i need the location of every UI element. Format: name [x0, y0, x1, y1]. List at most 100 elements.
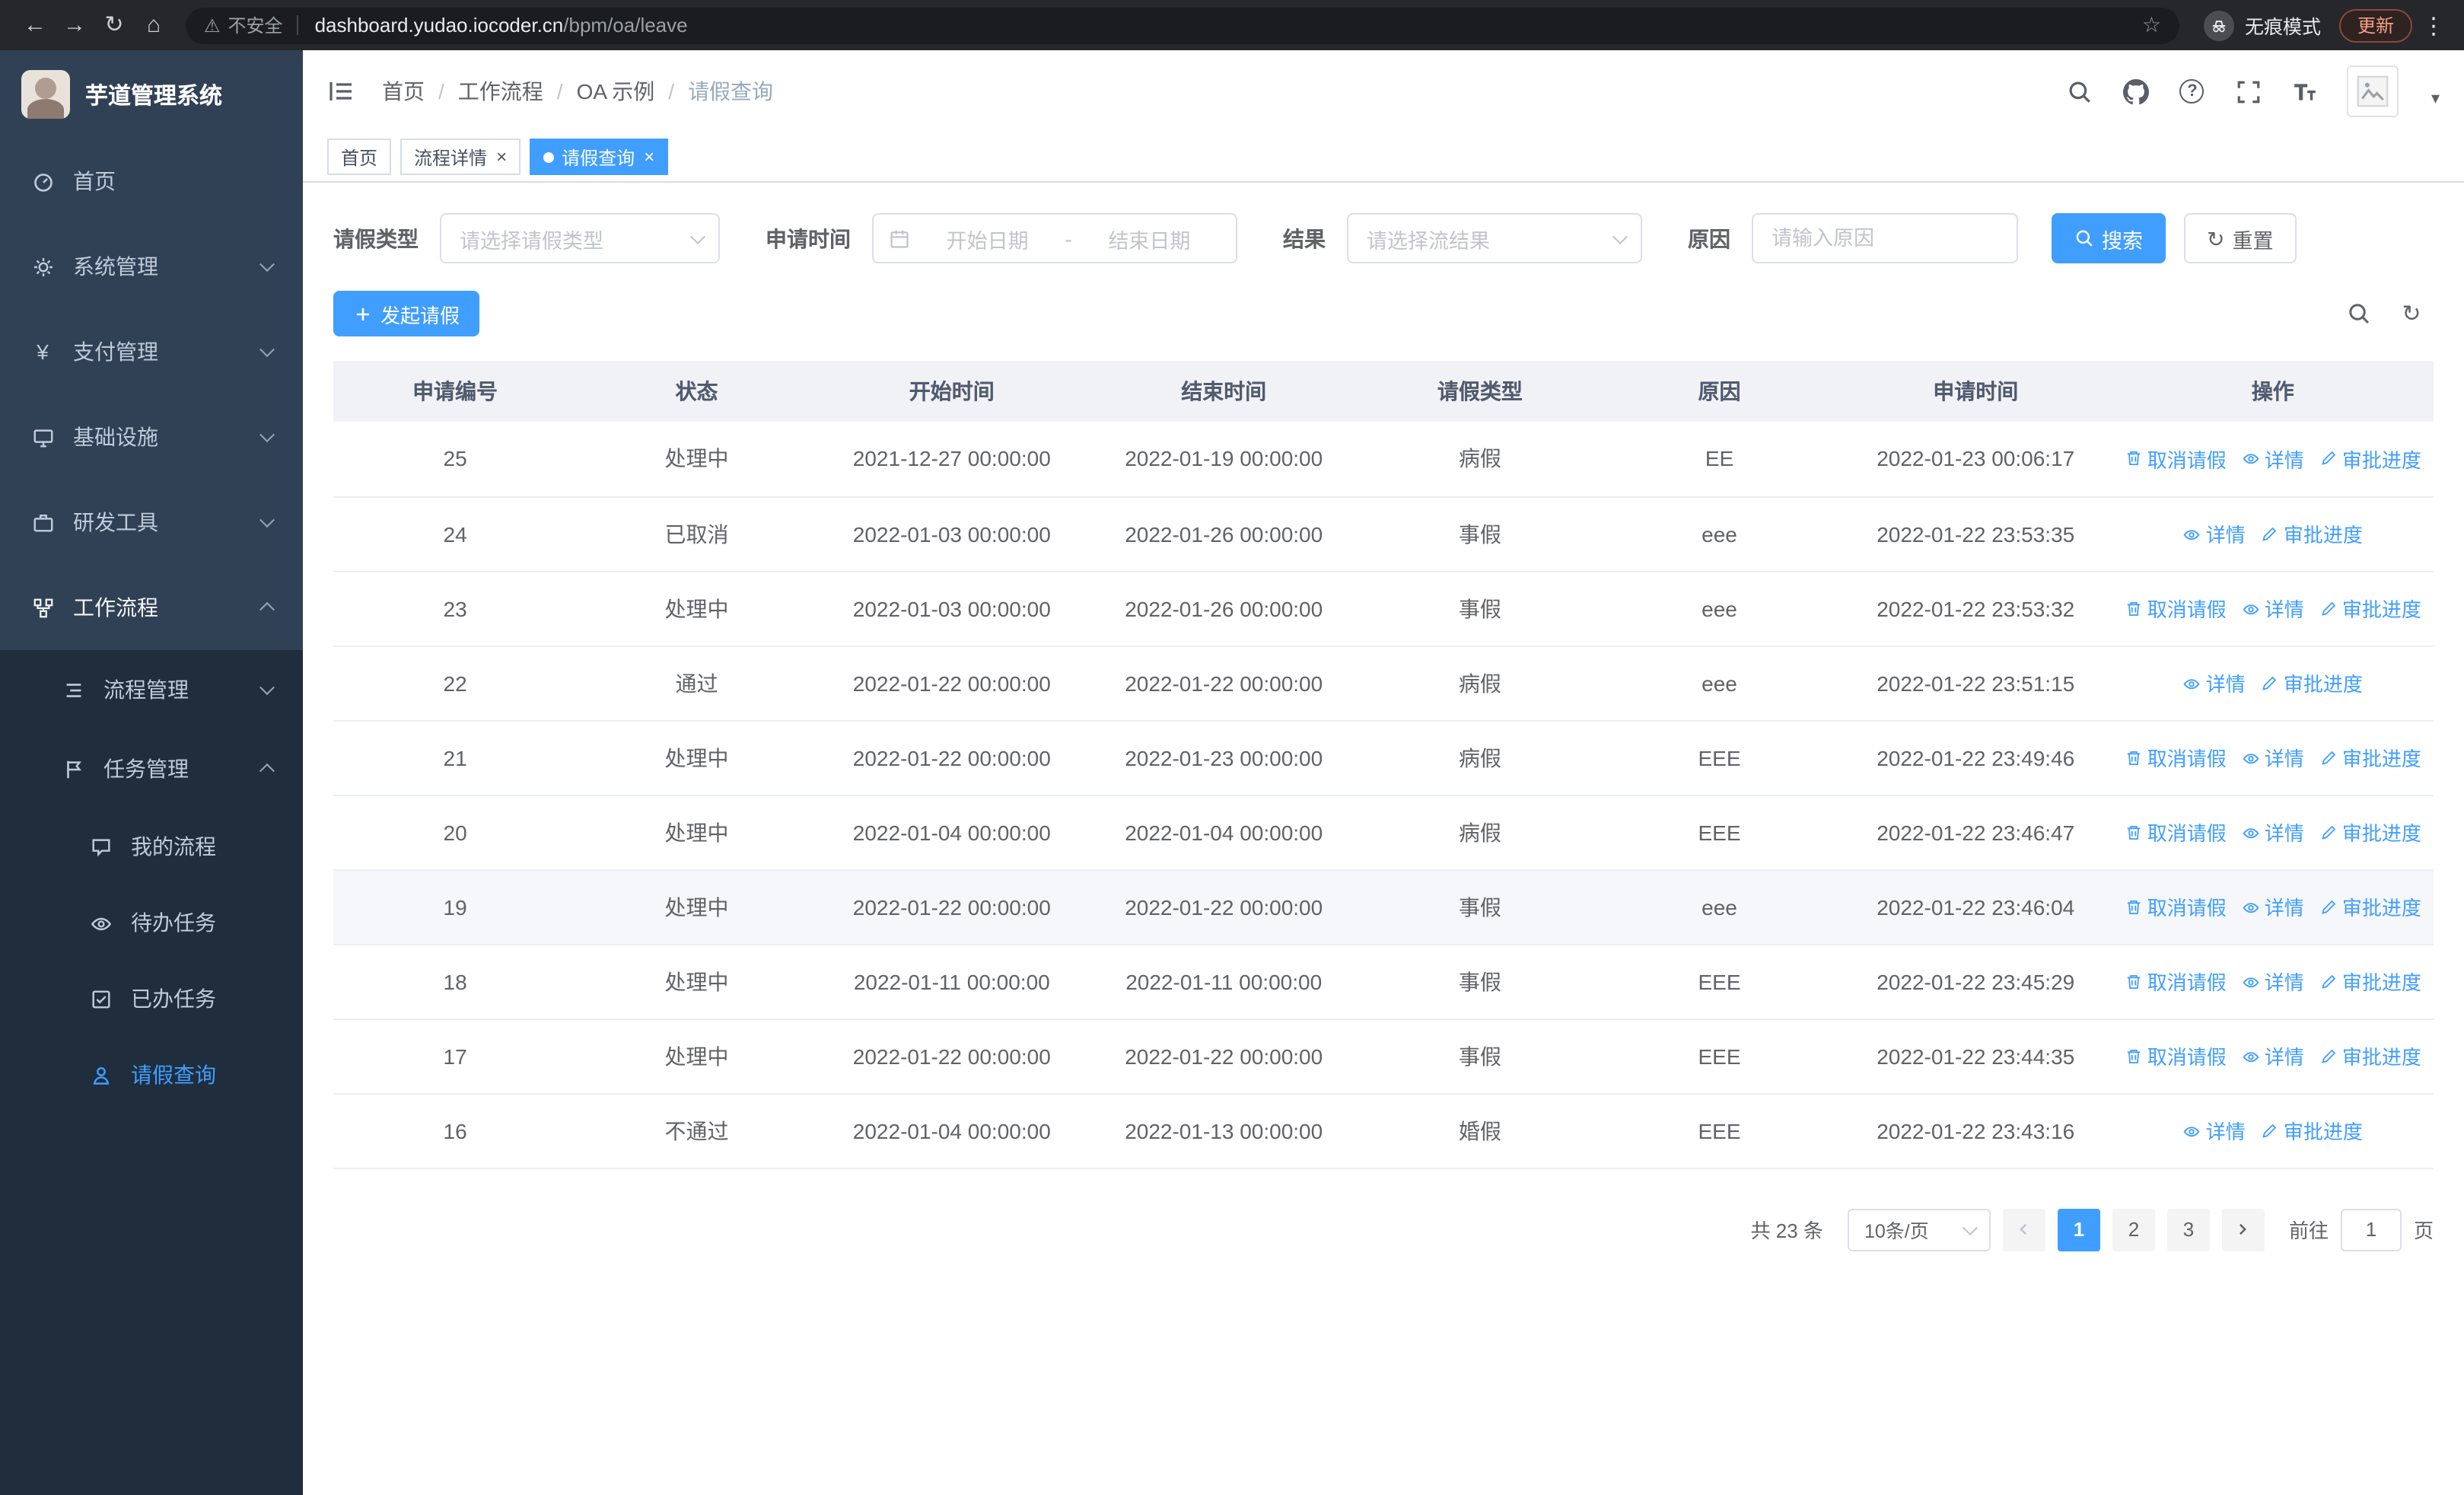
browser-menu-icon[interactable]: ⋮	[2418, 11, 2449, 39]
detail-link[interactable]: 详情	[2242, 818, 2304, 846]
create-leave-button[interactable]: 发起请假	[333, 291, 480, 336]
detail-link[interactable]: 详情	[2242, 743, 2304, 772]
page-button-1[interactable]: 1	[2057, 1208, 2100, 1251]
detail-link[interactable]: 详情	[2242, 594, 2304, 623]
bookmark-star-icon[interactable]: ☆	[2142, 12, 2161, 38]
approval-progress-link[interactable]: 审批进度	[2261, 519, 2363, 548]
eye-icon	[2183, 1121, 2201, 1140]
reason-input[interactable]	[1759, 215, 2010, 262]
close-icon[interactable]: ×	[644, 148, 654, 166]
approval-progress-link[interactable]: 审批进度	[2319, 743, 2421, 772]
tab-home[interactable]: 首页	[327, 139, 392, 175]
goto-page-input[interactable]	[2340, 1208, 2402, 1251]
sidebar-item-task-mgmt[interactable]: 任务管理	[0, 729, 303, 808]
browser-home-icon[interactable]: ⌂	[134, 0, 173, 50]
fullscreen-icon[interactable]	[2235, 78, 2262, 105]
result-select[interactable]: 请选择流结果	[1347, 213, 1642, 263]
browser-forward-icon[interactable]: →	[55, 0, 94, 50]
detail-link[interactable]: 详情	[2242, 967, 2304, 996]
search-icon[interactable]	[2066, 78, 2093, 105]
search-button[interactable]: 搜索	[2052, 213, 2166, 263]
cancel-leave-link[interactable]: 取消请假	[2125, 594, 2227, 623]
browser-update-button[interactable]: 更新	[2338, 8, 2412, 42]
table-row[interactable]: 19 处理中 2022-01-22 00:00:00 2022-01-22 00…	[333, 869, 2434, 945]
table-row[interactable]: 17 处理中 2022-01-22 00:00:00 2022-01-22 00…	[333, 1018, 2434, 1094]
github-icon[interactable]	[2122, 78, 2150, 105]
close-icon[interactable]: ×	[496, 148, 507, 166]
sidebar-item-my-processes[interactable]: 我的流程	[0, 808, 303, 885]
approval-progress-link[interactable]: 审批进度	[2319, 967, 2421, 996]
cancel-leave-link[interactable]: 取消请假	[2125, 1041, 2227, 1070]
cell-apply-id: 21	[333, 720, 578, 795]
eye-icon	[2183, 674, 2201, 692]
table-row[interactable]: 23 处理中 2022-01-03 00:00:00 2022-01-26 00…	[333, 571, 2434, 646]
user-avatar[interactable]	[2347, 65, 2399, 117]
approval-progress-link[interactable]: 审批进度	[2261, 1116, 2363, 1145]
font-size-icon[interactable]	[2291, 78, 2319, 105]
breadcrumb-workflow[interactable]: 工作流程	[458, 76, 543, 107]
approval-progress-link[interactable]: 审批进度	[2261, 668, 2363, 697]
refresh-table-icon[interactable]: ↻	[2399, 301, 2424, 327]
prev-page-button[interactable]	[2002, 1208, 2045, 1251]
breadcrumb-oa-example[interactable]: OA 示例	[577, 76, 655, 107]
approval-progress-link[interactable]: 审批进度	[2319, 445, 2421, 473]
cancel-leave-link[interactable]: 取消请假	[2125, 892, 2227, 921]
cancel-leave-link[interactable]: 取消请假	[2125, 967, 2227, 996]
sidebar-item-process-mgmt[interactable]: 流程管理	[0, 650, 303, 729]
sidebar-item-home[interactable]: 首页	[0, 139, 303, 224]
sidebar-item-payment[interactable]: ¥ 支付管理	[0, 309, 303, 394]
cancel-leave-link[interactable]: 取消请假	[2125, 445, 2227, 473]
detail-link[interactable]: 详情	[2242, 1041, 2304, 1070]
page-size-select[interactable]: 10条/页	[1847, 1208, 1991, 1251]
tab-leave-query[interactable]: 请假查询 ×	[530, 139, 669, 175]
sidebar-item-pending-tasks[interactable]: 待办任务	[0, 885, 303, 961]
edit-icon	[2322, 1048, 2336, 1063]
table-row[interactable]: 25 处理中 2021-12-27 00:00:00 2022-01-19 00…	[333, 422, 2434, 497]
reset-button[interactable]: ↻ 重置	[2184, 213, 2297, 263]
cancel-leave-link[interactable]: 取消请假	[2125, 743, 2227, 772]
help-icon[interactable]: ?	[2179, 78, 2206, 105]
approval-progress-link[interactable]: 审批进度	[2319, 594, 2421, 623]
sidebar-item-done-tasks[interactable]: 已办任务	[0, 961, 303, 1037]
browser-reload-icon[interactable]: ↻	[94, 0, 134, 50]
sidebar-item-leave-query[interactable]: 请假查询	[0, 1037, 303, 1113]
browser-back-icon[interactable]: ←	[15, 0, 55, 50]
sidebar-item-infrastructure[interactable]: 基础设施	[0, 394, 303, 480]
apply-time-range-picker[interactable]: 开始日期 - 结束日期	[872, 213, 1237, 263]
table-row[interactable]: 18 处理中 2022-01-11 00:00:00 2022-01-11 00…	[333, 944, 2434, 1019]
cell-apply-time: 2022-01-22 23:49:46	[1838, 720, 2112, 795]
tab-process-detail[interactable]: 流程详情 ×	[400, 139, 521, 175]
sidebar-toggle-icon[interactable]	[327, 76, 358, 107]
approval-progress-link[interactable]: 审批进度	[2319, 1041, 2421, 1070]
sidebar-item-devtools[interactable]: 研发工具	[0, 480, 303, 565]
table-row[interactable]: 16 不通过 2022-01-04 00:00:00 2022-01-13 00…	[333, 1093, 2434, 1168]
next-page-button[interactable]	[2221, 1208, 2265, 1251]
table-row[interactable]: 22 通过 2022-01-22 00:00:00 2022-01-22 00:…	[333, 645, 2434, 721]
detail-link[interactable]: 详情	[2242, 892, 2304, 921]
page-button-3[interactable]: 3	[2166, 1208, 2210, 1251]
page-button-2[interactable]: 2	[2112, 1208, 2155, 1251]
page-content: 请假类型 请选择请假类型 申请时间 开始日期 - 结束日期 结果 请选择流结果 …	[303, 183, 2464, 1495]
toggle-search-icon[interactable]	[2345, 301, 2371, 327]
sidebar-item-system[interactable]: 系统管理	[0, 224, 303, 309]
detail-link[interactable]: 详情	[2183, 1116, 2246, 1145]
sidebar-item-workflow[interactable]: 工作流程	[0, 565, 303, 650]
cancel-leave-link[interactable]: 取消请假	[2125, 818, 2227, 846]
approval-progress-link[interactable]: 审批进度	[2319, 892, 2421, 921]
detail-link[interactable]: 详情	[2183, 668, 2246, 697]
detail-link[interactable]: 详情	[2183, 519, 2246, 548]
leave-type-select[interactable]: 请选择请假类型	[440, 213, 720, 263]
edit-icon	[2322, 750, 2336, 764]
url-bar[interactable]: ⚠ 不安全 dashboard.yudao.iocoder.cn/bpm/oa/…	[186, 7, 2179, 43]
cell-end-time: 2022-01-22 00:00:00	[1087, 1018, 1361, 1094]
approval-progress-link[interactable]: 审批进度	[2319, 818, 2421, 846]
cell-leave-type: 病假	[1360, 795, 1600, 870]
breadcrumb-home[interactable]: 首页	[382, 76, 425, 107]
table-row[interactable]: 20 处理中 2022-01-04 00:00:00 2022-01-04 00…	[333, 795, 2434, 870]
edit-icon	[2263, 675, 2278, 690]
detail-link[interactable]: 详情	[2242, 445, 2304, 473]
table-row[interactable]: 24 已取消 2022-01-03 00:00:00 2022-01-26 00…	[333, 496, 2434, 572]
table-row[interactable]: 21 处理中 2022-01-22 00:00:00 2022-01-23 00…	[333, 720, 2434, 795]
cell-status: 处理中	[577, 720, 817, 795]
avatar-caret-icon[interactable]: ▾	[2431, 88, 2440, 117]
